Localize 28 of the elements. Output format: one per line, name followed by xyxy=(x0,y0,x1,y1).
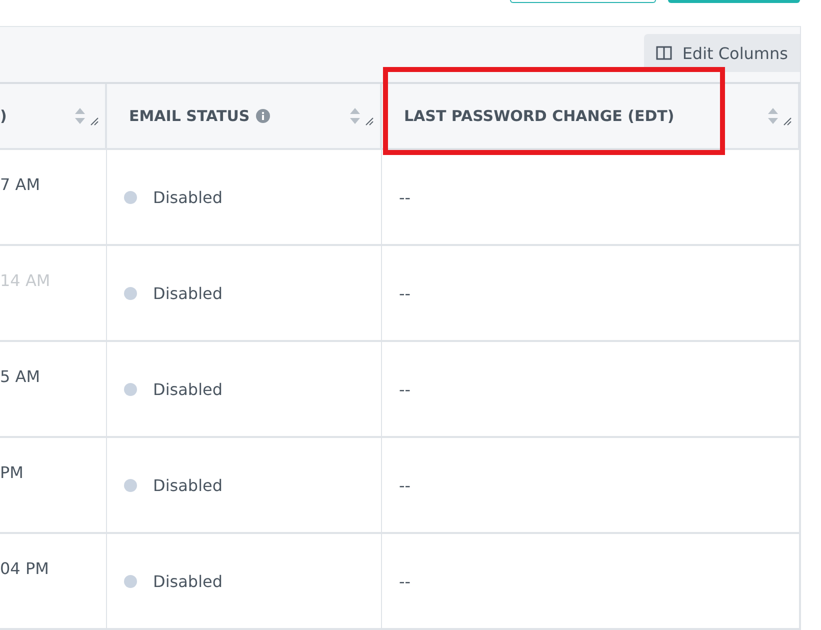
edit-columns-button[interactable]: Edit Columns xyxy=(644,34,800,72)
cell-text: -- xyxy=(399,380,411,398)
date-time-text: 14 AM xyxy=(0,271,50,290)
date-time-text: PM xyxy=(0,463,24,482)
cell-text: -- xyxy=(399,188,411,206)
status-text: Disabled xyxy=(153,284,223,302)
date-time-text: 7 AM xyxy=(0,175,40,194)
column-title: LAST PASSWORD CHANGE (EDT) xyxy=(404,107,674,125)
resize-handle-icon[interactable] xyxy=(365,117,374,126)
resize-handle-icon[interactable] xyxy=(90,117,99,126)
date-time-text: 04 PM xyxy=(0,559,49,578)
column-header[interactable]: EMAIL STATUS xyxy=(107,84,382,150)
info-icon xyxy=(256,109,270,123)
status-text: Disabled xyxy=(153,188,223,206)
date-time-text: 5 AM xyxy=(0,367,40,386)
cell-text: -- xyxy=(399,476,411,494)
status-text: Disabled xyxy=(153,572,223,590)
cell-text: -- xyxy=(399,284,411,302)
column-header[interactable]: ) xyxy=(0,84,107,150)
column-title: ) xyxy=(0,107,7,125)
columns-icon xyxy=(656,46,672,60)
button[interactable] xyxy=(510,0,656,3)
status-text: Disabled xyxy=(153,380,223,398)
resize-handle-icon[interactable] xyxy=(783,117,792,126)
column-header[interactable]: LAST PASSWORD CHANGE (EDT) xyxy=(382,84,800,150)
cell-text: -- xyxy=(399,572,411,590)
column-title: EMAIL STATUS xyxy=(129,107,250,125)
status-text: Disabled xyxy=(153,476,223,494)
